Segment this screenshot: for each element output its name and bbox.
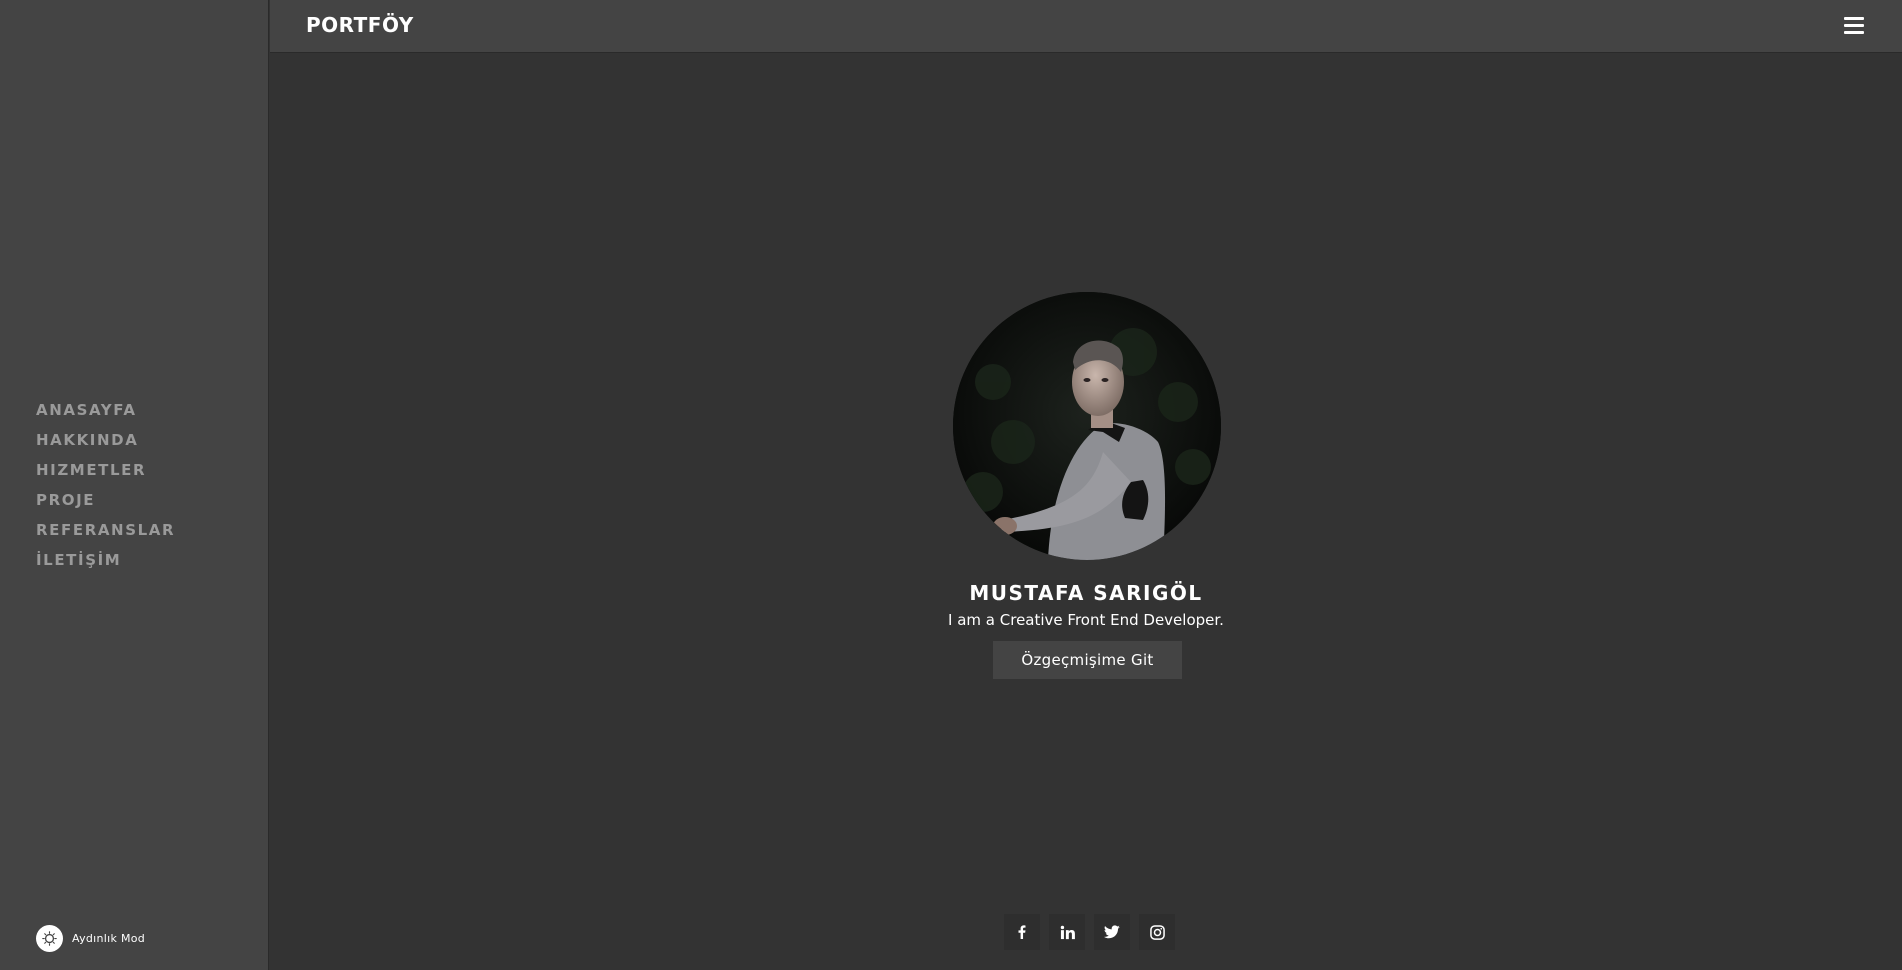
hamburger-menu-icon[interactable]	[1844, 17, 1864, 34]
light-mode-label: Aydınlık Mod	[72, 932, 146, 945]
profile-photo	[953, 292, 1221, 560]
sidebar-nav: ANASAYFA HAKKINDA HIZMETLER PROJE REFERA…	[36, 398, 175, 578]
linkedin-icon[interactable]	[1049, 914, 1085, 950]
facebook-icon[interactable]	[1004, 914, 1040, 950]
hero-section: MUSTAFA SARIGÖL I am a Creative Front En…	[270, 53, 1902, 970]
sidebar-item-anasayfa[interactable]: ANASAYFA	[36, 398, 175, 428]
sun-icon	[36, 925, 63, 952]
light-mode-toggle[interactable]: Aydınlık Mod	[36, 925, 145, 952]
social-links	[1004, 914, 1175, 950]
profile-name: MUSTAFA SARIGÖL	[969, 581, 1203, 605]
profile-tagline: I am a Creative Front End Developer.	[948, 611, 1224, 629]
sidebar-item-proje[interactable]: PROJE	[36, 488, 175, 518]
sidebar-item-iletisim[interactable]: İLETİŞİM	[36, 548, 175, 578]
sidebar-item-hakkinda[interactable]: HAKKINDA	[36, 428, 175, 458]
top-bar: PORTFÖY	[270, 0, 1902, 53]
twitter-icon[interactable]	[1094, 914, 1130, 950]
sidebar-item-hizmetler[interactable]: HIZMETLER	[36, 458, 175, 488]
instagram-icon[interactable]	[1139, 914, 1175, 950]
sidebar: ANASAYFA HAKKINDA HIZMETLER PROJE REFERA…	[0, 0, 269, 970]
sidebar-item-referanslar[interactable]: REFERANSLAR	[36, 518, 175, 548]
brand-logo[interactable]: PORTFÖY	[306, 13, 414, 37]
resume-button[interactable]: Özgeçmişime Git	[993, 641, 1182, 679]
